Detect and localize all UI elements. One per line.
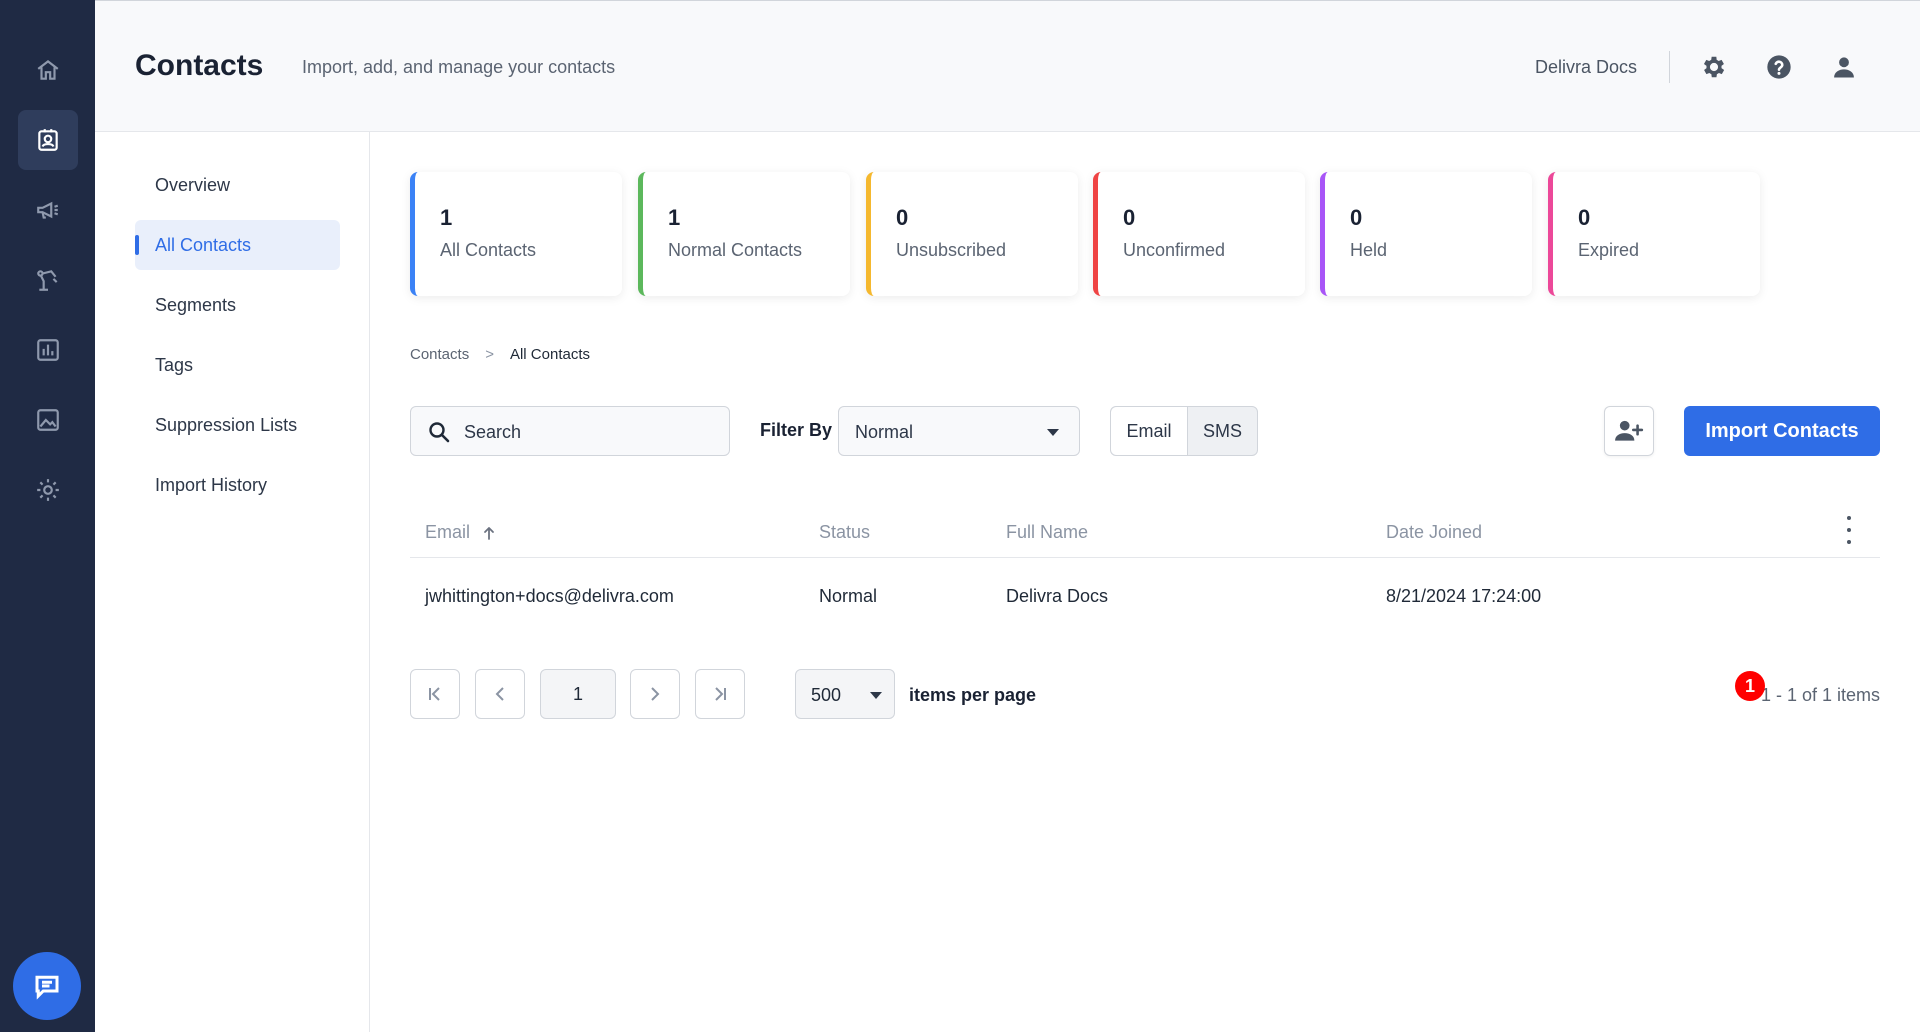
channel-sms-button[interactable]: SMS bbox=[1188, 407, 1257, 455]
notification-badge: 1 bbox=[1735, 671, 1765, 701]
search-box bbox=[410, 406, 730, 456]
cell-full-name: Delivra Docs bbox=[1006, 586, 1109, 606]
search-input[interactable] bbox=[464, 419, 714, 445]
previous-page-button[interactable] bbox=[475, 669, 525, 719]
page-subtitle: Import, add, and manage your contacts bbox=[302, 57, 616, 77]
add-contact-button[interactable] bbox=[1604, 406, 1654, 456]
filter-label: Filter By bbox=[760, 420, 833, 440]
first-page-button[interactable] bbox=[410, 669, 460, 719]
contacts-table-header: Email Status Full Name Date Joined bbox=[410, 508, 1880, 558]
first-page-icon bbox=[429, 687, 440, 701]
stat-label: Expired bbox=[1578, 240, 1640, 260]
app-rail bbox=[0, 0, 95, 1032]
column-options-icon[interactable] bbox=[1844, 516, 1854, 544]
search-icon bbox=[429, 422, 450, 443]
caret-down-icon bbox=[870, 692, 882, 699]
profile-button[interactable] bbox=[1828, 51, 1860, 83]
current-page[interactable]: 1 bbox=[540, 669, 616, 719]
items-per-page-label: items per page bbox=[909, 685, 1037, 705]
contacts-icon bbox=[38, 129, 58, 151]
subnav-item-all-contacts[interactable]: All Contacts bbox=[135, 220, 340, 270]
chat-icon bbox=[35, 975, 59, 1000]
subnav-item-tags[interactable]: Tags bbox=[135, 340, 340, 390]
cell-date-joined: 8/21/2024 17:24:00 bbox=[1386, 586, 1542, 606]
column-status[interactable]: Status bbox=[819, 522, 870, 543]
gear-icon bbox=[1703, 56, 1725, 78]
stat-label: Unconfirmed bbox=[1123, 240, 1226, 260]
stat-value: 0 bbox=[1350, 205, 1363, 230]
automation-icon bbox=[37, 270, 58, 291]
breadcrumb-contacts-link[interactable]: Contacts bbox=[410, 346, 469, 363]
breadcrumb-current: All Contacts bbox=[509, 346, 591, 363]
last-page-button[interactable] bbox=[695, 669, 745, 719]
rail-settings[interactable] bbox=[18, 460, 78, 520]
subnav-item-segments[interactable]: Segments bbox=[135, 280, 340, 330]
stat-label: Held bbox=[1350, 240, 1388, 260]
stat-card-held[interactable]: 0 Held bbox=[1320, 172, 1532, 296]
help-icon bbox=[1767, 55, 1791, 79]
stat-value: 0 bbox=[1123, 205, 1136, 230]
stat-value: 0 bbox=[1578, 205, 1591, 230]
stat-card-expired[interactable]: 0 Expired bbox=[1548, 172, 1760, 296]
page-title: Contacts bbox=[135, 49, 264, 82]
stat-value: 0 bbox=[896, 205, 909, 230]
cell-status: Normal bbox=[819, 586, 878, 606]
items-per-page-select[interactable]: 500 bbox=[795, 669, 895, 719]
column-email-label: Email bbox=[425, 522, 471, 542]
account-name[interactable]: Delivra Docs bbox=[1535, 57, 1637, 78]
reports-icon bbox=[37, 339, 59, 361]
stat-label: Normal Contacts bbox=[668, 240, 803, 260]
import-contacts-button[interactable]: Import Contacts bbox=[1684, 406, 1880, 456]
cell-email[interactable]: jwhittington+docs@delivra.com bbox=[425, 586, 674, 607]
chevron-left-icon bbox=[495, 687, 504, 701]
stat-card-unsubscribed[interactable]: 0 Unsubscribed bbox=[866, 172, 1078, 296]
user-icon bbox=[1834, 57, 1854, 78]
stat-label: All Contacts bbox=[440, 240, 537, 260]
stat-value: 1 bbox=[668, 205, 681, 230]
subnav-item-overview[interactable]: Overview bbox=[135, 160, 340, 210]
filter-select-value: Normal bbox=[855, 422, 914, 442]
filter-select[interactable]: Normal bbox=[838, 406, 1080, 456]
rail-reports[interactable] bbox=[18, 320, 78, 380]
column-date-joined[interactable]: Date Joined bbox=[1386, 522, 1482, 543]
stat-card-unconfirmed[interactable]: 0 Unconfirmed bbox=[1093, 172, 1305, 296]
channel-toggle: Email SMS bbox=[1110, 406, 1258, 456]
chevron-right-icon bbox=[651, 687, 660, 701]
help-button[interactable] bbox=[1763, 51, 1795, 83]
home-icon bbox=[37, 59, 59, 80]
chat-button[interactable] bbox=[13, 952, 81, 1020]
rail-contacts[interactable] bbox=[18, 110, 78, 170]
stat-value: 1 bbox=[440, 205, 453, 230]
stat-label: Unsubscribed bbox=[896, 240, 1007, 260]
rail-automation[interactable] bbox=[18, 250, 78, 310]
stat-card-normal-contacts[interactable]: 1 Normal Contacts bbox=[638, 172, 850, 296]
subnav-item-import-history[interactable]: Import History bbox=[135, 460, 340, 510]
settings-button[interactable] bbox=[1698, 51, 1730, 83]
table-row[interactable]: jwhittington+docs@delivra.com Normal Del… bbox=[410, 558, 1880, 636]
column-full-name[interactable]: Full Name bbox=[1006, 522, 1088, 543]
rail-home[interactable] bbox=[18, 40, 78, 100]
megaphone-icon bbox=[37, 201, 59, 219]
column-email[interactable]: Email bbox=[425, 522, 496, 543]
add-user-icon bbox=[1615, 420, 1644, 441]
app-root: Contacts Import, add, and manage your co… bbox=[0, 0, 1920, 1032]
rail-library[interactable] bbox=[18, 390, 78, 450]
breadcrumb: Contacts > All Contacts bbox=[410, 346, 590, 363]
caret-down-icon bbox=[1047, 429, 1059, 436]
image-library-icon bbox=[37, 409, 59, 431]
pagination-summary: 1 - 1 of 1 items bbox=[1760, 685, 1880, 705]
subnav-item-suppression-lists[interactable]: Suppression Lists bbox=[135, 400, 340, 450]
page-header: Contacts Import, add, and manage your co… bbox=[95, 0, 1920, 132]
items-per-page-value: 500 bbox=[811, 685, 842, 705]
rail-campaigns[interactable] bbox=[18, 180, 78, 240]
header-divider bbox=[1669, 51, 1670, 83]
stat-card-all-contacts[interactable]: 1 All Contacts bbox=[410, 172, 622, 296]
settings-icon bbox=[37, 479, 59, 501]
channel-email-button[interactable]: Email bbox=[1111, 407, 1188, 455]
next-page-button[interactable] bbox=[630, 669, 680, 719]
breadcrumb-separator: > bbox=[485, 346, 494, 363]
sort-ascending-icon bbox=[484, 526, 494, 540]
last-page-icon bbox=[715, 687, 726, 701]
contacts-subnav: Overview All Contacts Segments Tags Supp… bbox=[95, 132, 370, 1032]
